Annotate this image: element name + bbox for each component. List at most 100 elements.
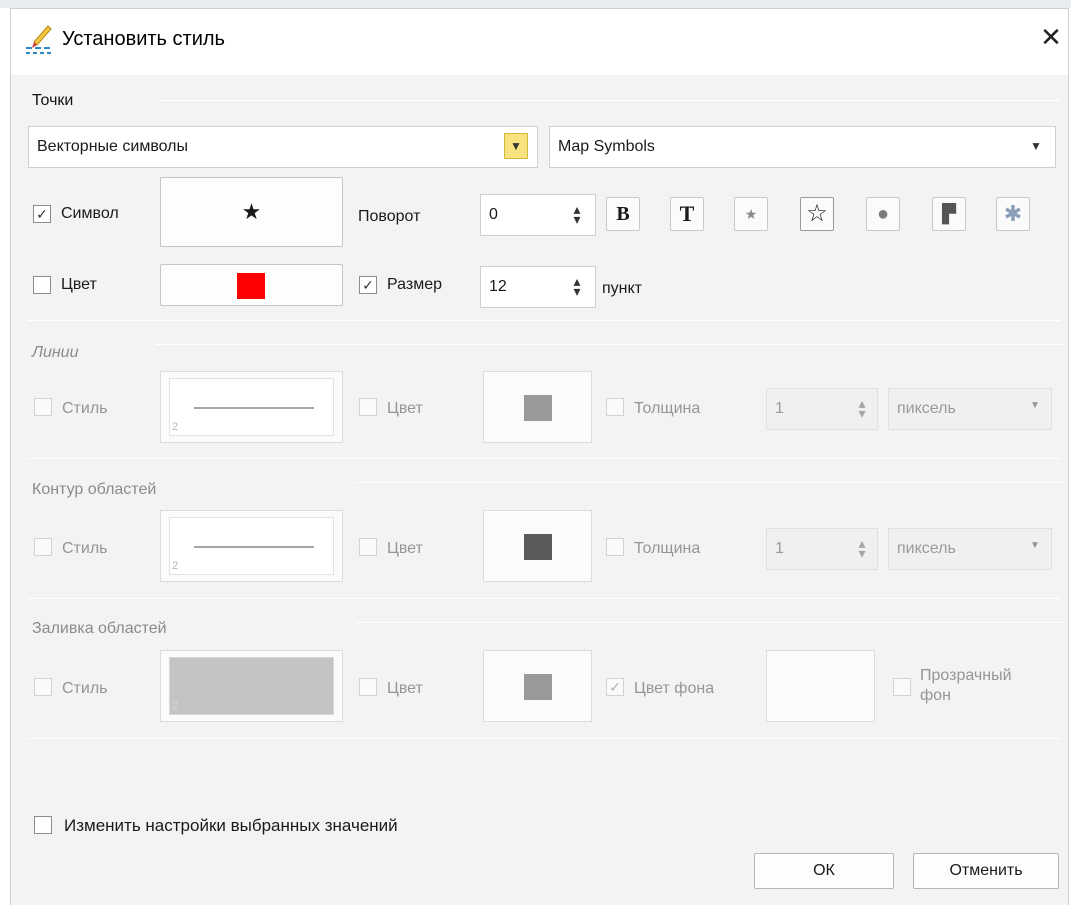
symbol-type-value: Векторные символы — [37, 138, 189, 155]
symbol-font-select[interactable]: Map Symbols — [549, 126, 1056, 168]
line-style-preview: 2 — [169, 378, 334, 436]
bg-color-label: Цвет фона — [634, 680, 715, 697]
lines-section-title: Линии — [32, 344, 79, 361]
fill-style-label: Стиль — [62, 680, 108, 697]
line-width-number: 2 — [172, 421, 179, 433]
symbol-checkbox[interactable]: ✓ — [33, 205, 51, 223]
line-style-checkbox[interactable] — [34, 398, 52, 416]
size-checkbox[interactable]: ✓ — [359, 276, 377, 294]
bold-icon: B — [616, 203, 630, 225]
outline-thickness-label: Толщина — [634, 540, 701, 557]
bold-button[interactable]: B — [606, 197, 640, 231]
chevron-down-icon[interactable]: ▼ — [1030, 400, 1040, 411]
line-style-preview-button[interactable]: 2 — [160, 371, 343, 443]
outline-color-label: Цвет — [387, 540, 423, 557]
section-divider — [28, 458, 1060, 459]
section-divider — [28, 320, 1060, 321]
section-divider — [28, 598, 1060, 599]
text-outline-button[interactable]: T — [670, 197, 704, 231]
size-stepper-icon[interactable]: ▴ ▾ — [570, 274, 584, 298]
circle-background-button[interactable]: ● — [866, 197, 900, 231]
bg-color-button[interactable] — [766, 650, 875, 722]
fill-style-preview-button[interactable]: 2 — [160, 650, 343, 722]
fill-color-button[interactable] — [483, 650, 592, 722]
size-unit-label: пункт — [602, 280, 643, 297]
outline-style-preview-button[interactable]: 2 — [160, 510, 343, 582]
line-thickness-value: 1 — [775, 400, 784, 417]
color-checkbox[interactable] — [33, 276, 51, 294]
points-section-title: Точки — [32, 92, 74, 109]
line-thickness-checkbox[interactable] — [606, 398, 624, 416]
circle-background-icon: ● — [876, 203, 890, 225]
outline-color-checkbox[interactable] — [359, 538, 377, 556]
size-label: Размер — [387, 276, 442, 293]
gray-color-swatch — [524, 395, 552, 421]
rotation-label: Поворот — [358, 208, 421, 225]
fill-gray-color-swatch — [524, 674, 552, 700]
outline-width-number: 2 — [172, 560, 179, 572]
fill-style-checkbox[interactable] — [34, 678, 52, 696]
outline-style-preview: 2 — [169, 517, 334, 575]
size-value: 12 — [489, 278, 507, 295]
apply-selected-label: Изменить настройки выбранных значений — [64, 816, 398, 835]
outline-thickness-checkbox[interactable] — [606, 538, 624, 556]
fill-color-label: Цвет — [387, 680, 423, 697]
fill-color-checkbox[interactable] — [359, 678, 377, 696]
line-sample — [194, 407, 314, 409]
halo-icon: ✱ — [1003, 201, 1023, 226]
transparent-bg-label-line1: Прозрачный — [920, 667, 1012, 684]
line-thickness-label: Толщина — [634, 400, 701, 417]
line-unit-select[interactable]: пиксель — [888, 388, 1052, 430]
outline-unit-value: пиксель — [897, 540, 956, 557]
symbol-label: Символ — [61, 205, 119, 222]
chevron-down-icon[interactable]: ▼ — [1030, 540, 1040, 551]
red-color-swatch — [237, 273, 265, 299]
text-outline-icon: T — [679, 201, 695, 226]
outline-thickness-stepper-icon[interactable]: ▴ ▾ — [855, 536, 869, 560]
paint-roller-button[interactable]: ▛ — [932, 197, 966, 231]
line-color-label: Цвет — [387, 400, 423, 417]
outline-sample — [194, 546, 314, 548]
lines-divider — [156, 344, 1062, 345]
region-fill-divider — [356, 622, 1062, 623]
dialog-title: Установить стиль — [62, 28, 225, 50]
ok-button[interactable]: ОК — [754, 853, 894, 889]
outlined-star-button[interactable]: ☆ — [800, 197, 834, 231]
color-picker-button[interactable] — [160, 264, 343, 306]
outline-color-button[interactable] — [483, 510, 592, 582]
section-divider — [28, 738, 1060, 739]
cancel-button[interactable]: Отменить — [913, 853, 1059, 889]
line-color-button[interactable] — [483, 371, 592, 443]
color-label: Цвет — [61, 276, 97, 293]
transparent-bg-checkbox[interactable] — [893, 678, 911, 696]
symbol-type-select[interactable]: Векторные символы — [28, 126, 538, 168]
transparent-bg-label-line2: фон — [920, 687, 951, 704]
outline-unit-select[interactable]: пиксель — [888, 528, 1052, 570]
bg-color-checkbox[interactable]: ✓ — [606, 678, 624, 696]
region-outline-divider — [356, 482, 1062, 483]
line-color-checkbox[interactable] — [359, 398, 377, 416]
halo-button[interactable]: ✱ — [996, 197, 1030, 231]
apply-selected-checkbox[interactable] — [34, 816, 52, 834]
line-unit-value: пиксель — [897, 400, 956, 417]
star-symbol-icon: ★ — [241, 199, 262, 224]
region-fill-section-title: Заливка областей — [32, 620, 167, 637]
points-divider — [160, 100, 1060, 101]
chevron-down-icon[interactable]: ▼ — [1030, 139, 1042, 153]
outline-style-label: Стиль — [62, 540, 108, 557]
symbol-font-value: Map Symbols — [558, 138, 655, 155]
chevron-down-icon[interactable]: ▼ — [504, 133, 528, 159]
fill-pattern-number: 2 — [172, 700, 179, 712]
rotation-value: 0 — [489, 206, 498, 223]
background-strip — [0, 0, 1071, 8]
outline-style-checkbox[interactable] — [34, 538, 52, 556]
symbol-picker-button[interactable]: ★ — [160, 177, 343, 247]
line-thickness-stepper-icon[interactable]: ▴ ▾ — [855, 396, 869, 420]
style-brush-icon — [24, 22, 58, 56]
close-button[interactable]: ✕ — [1036, 22, 1066, 52]
outline-thickness-value: 1 — [775, 540, 784, 557]
small-star-button[interactable]: ★ — [734, 197, 768, 231]
small-star-icon: ★ — [744, 206, 758, 222]
line-style-label: Стиль — [62, 400, 108, 417]
rotation-stepper-icon[interactable]: ▴ ▾ — [570, 202, 584, 226]
